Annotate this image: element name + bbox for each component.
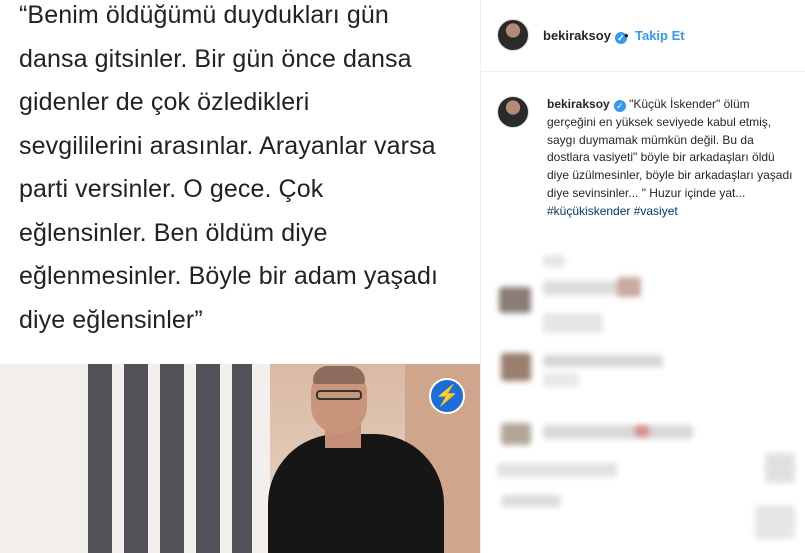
person-hair <box>313 366 365 384</box>
stripe <box>232 364 252 553</box>
glasses <box>316 390 362 400</box>
blur-block <box>755 505 795 539</box>
caption-text: bekiraksoy ✓ "Küçük İskender" ölüm gerçeğ… <box>547 96 797 221</box>
header-username[interactable]: bekiraksoy ✓ <box>543 28 627 44</box>
blur-block <box>635 425 649 437</box>
blur-block <box>543 255 565 267</box>
quote-line: dansa gitsinler. Bir gün önce dansa <box>19 44 412 73</box>
avatar[interactable] <box>497 96 529 128</box>
blur-block <box>501 423 531 445</box>
quote-text: “Benim öldüğümü duydukları gün dansa git… <box>19 0 471 342</box>
blur-block <box>617 277 641 297</box>
blur-block <box>543 373 579 387</box>
blur-block <box>765 453 795 483</box>
blur-block <box>497 463 617 477</box>
quote-line: eğlensinler. Ben öldüm diye <box>19 218 328 247</box>
caption-body: "Küçük İskender" ölüm gerçeğini en yükse… <box>547 97 793 200</box>
blur-block <box>543 313 603 333</box>
avatar[interactable] <box>497 19 529 51</box>
blur-block <box>543 355 663 367</box>
quote-line: gidenler de çok özledikleri <box>19 88 310 116</box>
stripe <box>88 364 112 553</box>
blurred-comments <box>495 255 795 545</box>
quote-line: parti versinler. O gece. Çok <box>19 175 324 203</box>
quote-line: “Benim öldüğümü duydukları gün <box>19 1 389 29</box>
blur-block <box>543 281 628 295</box>
follow-button[interactable]: Takip Et <box>635 28 685 43</box>
verified-check-icon: ✓ <box>613 100 626 112</box>
stripe <box>196 364 220 553</box>
username-text[interactable]: bekiraksoy <box>543 28 611 43</box>
caption-username[interactable]: bekiraksoy <box>547 97 610 111</box>
stripe <box>160 364 184 553</box>
lightning-icon[interactable]: ⚡ <box>429 378 465 414</box>
post-photo <box>0 364 480 553</box>
post-sidebar: bekiraksoy ✓ • Takip Et bekiraksoy ✓ "Küçü… <box>480 0 805 553</box>
quote-line: eğlenmesinler. Böyle bir adam yaşadı <box>19 262 439 290</box>
blur-block <box>543 425 693 439</box>
quote-line: sevgililerini arasınlar. Arayanlar varsa <box>19 131 436 160</box>
quote-line: diye eğlensinler” <box>19 305 203 334</box>
separator-dot: • <box>624 28 629 43</box>
person-body <box>268 434 444 553</box>
blur-block <box>501 495 561 507</box>
post-media: “Benim öldüğümü duydukları gün dansa git… <box>0 0 480 553</box>
blur-block <box>501 353 531 381</box>
background-stripes <box>0 364 270 553</box>
hashtag-links[interactable]: #küçükiskender #vasiyet <box>547 204 678 218</box>
blur-block <box>499 287 531 313</box>
post-header: bekiraksoy ✓ • Takip Et <box>481 0 805 72</box>
stripe <box>124 364 148 553</box>
